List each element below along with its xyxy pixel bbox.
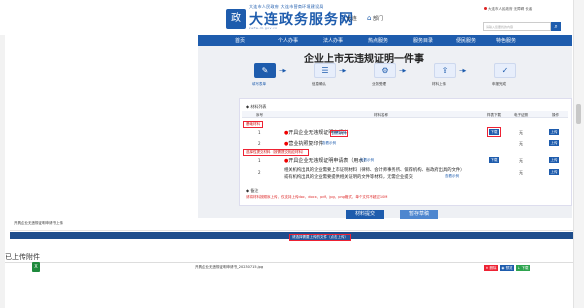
material-name-text: 开具企业无违规证明申请表（用水） bbox=[288, 158, 369, 164]
gov-links-text: 大连市人民政府 无障碍 长者 bbox=[488, 7, 533, 11]
col-no: 序号 bbox=[256, 113, 263, 117]
delete-label: 删除 bbox=[489, 266, 497, 270]
nav-item-corporate[interactable]: 法人办事 bbox=[323, 37, 343, 44]
download-label: 下载 bbox=[521, 266, 529, 270]
download-file-button[interactable]: ↓ 下载 bbox=[516, 265, 530, 271]
search-input[interactable]: 请输入您要找的内容 bbox=[483, 22, 551, 31]
step-label-4: 材料上传 bbox=[432, 82, 446, 86]
preview-file-button[interactable]: ◉ 预览 bbox=[500, 265, 514, 271]
download-template-button[interactable]: 下载 bbox=[489, 157, 499, 163]
materials-heading-text: 材料列表 bbox=[250, 104, 267, 109]
row-number: 1 bbox=[258, 130, 261, 135]
save-draft-button[interactable]: 暂存草稿 bbox=[400, 210, 438, 219]
step-upload-icon: ⇪ bbox=[434, 63, 456, 78]
license-cell: 无 bbox=[519, 130, 523, 135]
col-template: 样表下载 bbox=[487, 113, 501, 117]
step-arrow-icon: ······▶ bbox=[339, 68, 346, 74]
uploaded-attachments-title: 已上传附件 bbox=[5, 253, 40, 261]
location-label: 大连 bbox=[346, 16, 357, 22]
nav-item-home[interactable]: 首页 bbox=[235, 37, 245, 44]
step-arrow-icon: ······▶ bbox=[459, 68, 466, 74]
step-label-2: 信息确认 bbox=[312, 82, 326, 86]
upload-button[interactable]: 上传 bbox=[549, 140, 559, 146]
row-number: 2 bbox=[258, 170, 261, 175]
step-arrow-icon: ······▶ bbox=[279, 68, 286, 74]
group-basic: 基础材料 bbox=[243, 121, 263, 128]
materials-heading: ◆ 材料列表 bbox=[246, 104, 267, 109]
scrollbar-thumb[interactable] bbox=[576, 104, 581, 124]
note-heading-text: 备注 bbox=[250, 188, 259, 193]
department-selector[interactable]: ⌂ 部门 bbox=[367, 14, 383, 22]
step-label-3: 业务受理 bbox=[372, 82, 386, 86]
license-cell: 无 bbox=[519, 141, 523, 146]
page: 政 大连市人民政府 大连市营商环境建设局 大连政务服务网 zwfw.dl.gov… bbox=[0, 0, 573, 308]
upload-section-title: 开具企业无违规证明申请书上传 bbox=[14, 221, 63, 225]
step-label-1: 填写表单 bbox=[252, 82, 266, 86]
select-file-link[interactable]: 请选择需要上传的文件（点击上传） bbox=[289, 234, 351, 241]
note-text: 请将材料按顺序上传，仅支持上传doc、docx、pdf、jpg、png格式，单个… bbox=[246, 195, 388, 199]
scrollbar-track[interactable] bbox=[573, 0, 584, 308]
step-form-icon: ✎ bbox=[254, 63, 276, 78]
row-number: 1 bbox=[258, 158, 261, 163]
preview-label: 预览 bbox=[505, 266, 513, 270]
site-url: zwfw.dl.gov.cn bbox=[249, 26, 278, 30]
download-icon: ↓ bbox=[517, 266, 521, 270]
license-cell: 无 bbox=[519, 170, 523, 175]
search-icon: ⌕ bbox=[554, 23, 558, 30]
nav-item-catalog[interactable]: 服务目录 bbox=[413, 37, 433, 44]
site-logo-icon[interactable]: 政 bbox=[226, 9, 246, 29]
view-example-link[interactable]: 查看示例 bbox=[359, 158, 375, 163]
delete-file-button[interactable]: ✕ 删除 bbox=[484, 265, 498, 271]
progress-steps: ✎ 填写表单 ······▶ ☰ 信息确认 ······▶ ⚙ 业务受理 ···… bbox=[246, 63, 546, 91]
col-license: 电子证照 bbox=[514, 113, 528, 117]
note-heading: ◆ 备注 bbox=[246, 188, 259, 193]
view-example-link[interactable]: 查看示例 bbox=[330, 130, 348, 137]
nav-item-hot[interactable]: 热点服务 bbox=[368, 37, 388, 44]
col-action: 操作 bbox=[552, 113, 559, 117]
material-name: ●营业执照复印件 bbox=[284, 141, 324, 147]
license-cell: 无 bbox=[519, 158, 523, 163]
step-done-icon: ✓ bbox=[494, 63, 516, 78]
upload-button[interactable]: 上传 bbox=[549, 169, 559, 175]
view-example-link[interactable]: 查看示例 bbox=[444, 174, 460, 179]
step-accept-icon: ⚙ bbox=[374, 63, 396, 78]
submit-materials-button[interactable]: 材料提交 bbox=[346, 210, 384, 219]
emblem-icon bbox=[484, 7, 487, 10]
step-label-5: 申报完成 bbox=[492, 82, 506, 86]
download-template-button[interactable]: 下载 bbox=[487, 127, 501, 137]
gov-links[interactable]: 大连市人民政府 无障碍 长者 bbox=[484, 7, 532, 12]
row-number: 2 bbox=[258, 141, 261, 146]
trash-icon: ✕ bbox=[485, 266, 489, 270]
main-nav: 首页 个人办事 法人办事 热点服务 服务目录 便民服务 特色服务 bbox=[198, 35, 572, 46]
nav-item-personal[interactable]: 个人办事 bbox=[278, 37, 298, 44]
building-icon: ⌂ bbox=[367, 14, 372, 22]
department-label: 部门 bbox=[373, 16, 384, 22]
excel-file-icon: X bbox=[32, 262, 40, 272]
divider bbox=[10, 230, 573, 231]
location-pin-icon: ⚲ bbox=[340, 14, 346, 22]
nav-item-convenience[interactable]: 便民服务 bbox=[456, 37, 476, 44]
step-arrow-icon: ······▶ bbox=[399, 68, 406, 74]
location-selector[interactable]: ⚲ 大连 bbox=[340, 14, 357, 22]
upload-button[interactable]: 上传 bbox=[549, 129, 559, 135]
eye-icon: ◉ bbox=[501, 266, 505, 270]
material-name-text: 营业执照复印件 bbox=[288, 141, 324, 147]
divider bbox=[5, 262, 573, 263]
uploaded-file-name[interactable]: 开具企业无违规证明申请书_20230715.jpg bbox=[195, 265, 263, 270]
material-name-cont: 或有机构出具的企业需要提供相关证明的文件等材料，无需企业提交 bbox=[284, 175, 413, 180]
material-name: ●开具企业无违规证明申请表（用水） bbox=[284, 158, 369, 164]
step-confirm-icon: ☰ bbox=[314, 63, 336, 78]
search-button[interactable]: ⌕ bbox=[551, 22, 561, 31]
nav-item-featured[interactable]: 特色服务 bbox=[496, 37, 516, 44]
col-name: 材料名称 bbox=[374, 113, 388, 117]
material-name: 相关机构出具的企业需要上市证明材料（律师、会计师事务所、保荐机构、省政府出具的文… bbox=[284, 168, 465, 173]
group-optional: 选择性提交材料（按需提交相应材料） bbox=[243, 149, 309, 156]
upload-button[interactable]: 上传 bbox=[549, 157, 559, 163]
view-example-link[interactable]: 查看示例 bbox=[321, 141, 337, 146]
